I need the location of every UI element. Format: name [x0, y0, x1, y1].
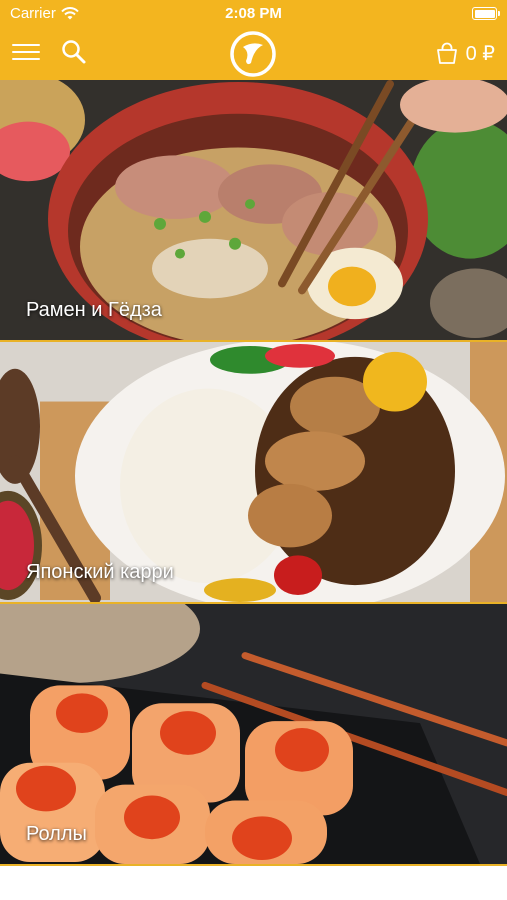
nav-bar: 0 ₽ — [0, 28, 507, 80]
search-icon[interactable] — [60, 38, 88, 66]
battery-icon — [472, 7, 500, 20]
status-time: 2:08 PM — [225, 5, 282, 22]
category-japanese-curry[interactable]: Японский карри — [0, 342, 507, 604]
brand-logo-icon[interactable] — [229, 30, 277, 78]
category-ramen-gyoza[interactable]: Рамен и Гёдза — [0, 80, 507, 342]
cart-button[interactable]: 0 ₽ — [436, 40, 495, 66]
cart-amount: 0 ₽ — [465, 42, 495, 65]
status-bar: Carrier 2:08 PM — [0, 0, 507, 28]
next-category-preview[interactable] — [0, 866, 507, 900]
category-label: Роллы — [26, 823, 87, 845]
category-label: Японский карри — [26, 561, 174, 583]
hamburger-menu-icon[interactable] — [12, 40, 40, 64]
category-label: Рамен и Гёдза — [26, 299, 162, 321]
category-rolls[interactable]: Роллы — [0, 604, 507, 866]
shopping-bag-icon — [436, 42, 457, 64]
